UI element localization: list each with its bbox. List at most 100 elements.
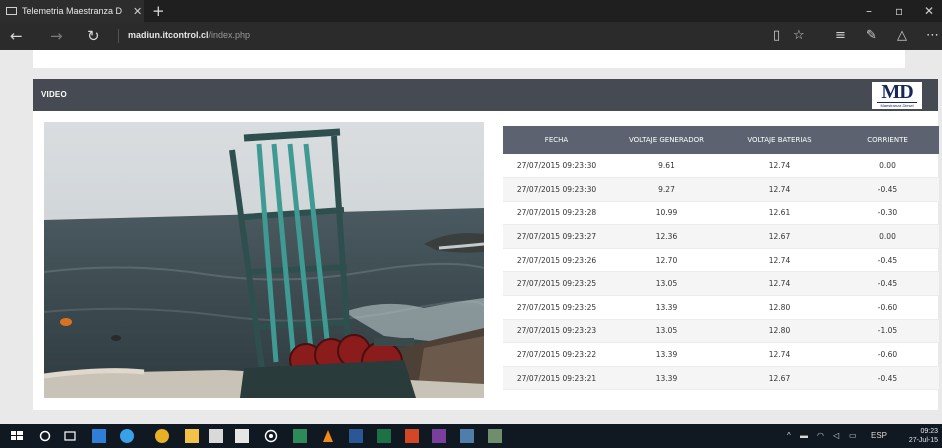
cell-corriente: -0.60 (836, 295, 939, 320)
onenote-icon[interactable] (432, 429, 446, 443)
cell-fecha: 27/07/2015 09:23:21 (503, 366, 610, 391)
app-icon[interactable] (293, 429, 307, 443)
cell-fecha: 27/07/2015 09:23:25 (503, 271, 610, 297)
cell-voltaje-generador: 10.99 (610, 201, 723, 226)
store-icon[interactable] (235, 429, 249, 443)
company-logo: MD Maestranza Diesel (872, 82, 922, 109)
maximize-button[interactable]: ▫ (895, 3, 903, 19)
app-icon[interactable] (460, 429, 474, 443)
col-header-fecha: FECHA (503, 126, 610, 154)
cell-voltaje-baterias: 12.74 (723, 177, 836, 202)
clock-time: 09:23 (920, 428, 938, 435)
video-panel: VIDEO MD Maestranza Diesel FECHA VOLTAJE… (33, 79, 939, 410)
task-view-icon[interactable] (63, 429, 77, 443)
col-header-voltaje-generador: VOLTAJE GENERADOR (610, 126, 723, 154)
close-window-button[interactable]: ✕ (924, 3, 934, 19)
col-header-corriente: CORRIENTE (836, 126, 939, 154)
cell-voltaje-baterias: 12.80 (723, 295, 836, 320)
cell-fecha: 27/07/2015 09:23:30 (503, 154, 610, 179)
tray-chevron-icon[interactable]: ^ (787, 431, 791, 440)
hub-icon[interactable]: ≡ (835, 27, 846, 45)
forward-button[interactable]: → (50, 27, 63, 45)
page-icon (6, 7, 17, 15)
app-icon[interactable] (488, 429, 502, 443)
table-row: 27/07/2015 09:23:30 9.61 12.74 0.00 (503, 154, 939, 179)
cell-corriente: 0.00 (836, 224, 939, 249)
vlc-icon[interactable] (321, 429, 335, 443)
telemetry-table: FECHA VOLTAJE GENERADOR VOLTAJE BATERIAS… (503, 126, 939, 391)
cell-voltaje-generador: 13.05 (610, 271, 723, 297)
cell-corriente: -1.05 (836, 319, 939, 344)
app-icon[interactable] (92, 429, 106, 443)
refresh-button[interactable]: ↻ (87, 27, 100, 45)
cell-voltaje-generador: 12.70 (610, 248, 723, 273)
cell-voltaje-generador: 13.39 (610, 295, 723, 320)
cell-voltaje-generador: 13.05 (610, 319, 723, 344)
logo-subtext: Maestranza Diesel (880, 103, 914, 108)
back-button[interactable]: ← (10, 27, 23, 45)
table-row: 27/07/2015 09:23:22 13.39 12.74 -0.60 (503, 342, 939, 367)
panel-title: VIDEO (41, 90, 67, 99)
cell-corriente: -0.30 (836, 201, 939, 226)
close-tab-icon[interactable]: ✕ (133, 5, 142, 18)
table-row: 27/07/2015 09:23:30 9.27 12.74 -0.45 (503, 177, 939, 202)
share-icon[interactable]: △ (897, 27, 907, 45)
url-host: madiun.itcontrol.cl (128, 30, 209, 40)
volume-icon[interactable]: ◁ (833, 431, 839, 440)
cell-corriente: -0.60 (836, 342, 939, 367)
table-row: 27/07/2015 09:23:27 12.36 12.67 0.00 (503, 224, 939, 249)
media-player-icon[interactable] (264, 429, 278, 443)
table-row: 27/07/2015 09:23:26 12.70 12.74 -0.45 (503, 248, 939, 273)
wifi-icon[interactable]: ◠ (817, 431, 824, 440)
excel-icon[interactable] (377, 429, 391, 443)
clock[interactable]: 09:23 27-Jul-15 (909, 427, 938, 445)
cell-fecha: 27/07/2015 09:23:26 (503, 248, 610, 273)
cell-fecha: 27/07/2015 09:23:28 (503, 201, 610, 226)
new-tab-button[interactable]: + (152, 2, 165, 20)
cell-corriente: -0.45 (836, 271, 939, 297)
notification-icon[interactable]: ▭ (849, 431, 857, 440)
taskbar: ^ ▬ ◠ ◁ ▭ ESP 09:23 27-Jul-15 (0, 424, 942, 448)
browser-tab[interactable]: Telemetria Maestranza D ✕ (0, 0, 144, 22)
language-indicator[interactable]: ESP (871, 431, 887, 440)
cell-voltaje-baterias: 12.74 (723, 271, 836, 297)
url-field[interactable]: madiun.itcontrol.cl/index.php (128, 30, 250, 40)
table-row: 27/07/2015 09:23:21 13.39 12.67 -0.45 (503, 366, 939, 391)
cell-voltaje-baterias: 12.67 (723, 366, 836, 391)
cell-corriente: -0.45 (836, 177, 939, 202)
web-note-icon[interactable]: ✎ (866, 27, 877, 45)
battery-icon[interactable]: ▬ (800, 431, 808, 440)
chrome-icon[interactable] (155, 429, 169, 443)
top-strip (33, 50, 905, 68)
cell-voltaje-baterias: 12.74 (723, 154, 836, 179)
start-windows-icon[interactable] (10, 429, 24, 443)
page-viewport: VIDEO MD Maestranza Diesel FECHA VOLTAJE… (0, 50, 942, 424)
cell-voltaje-generador: 12.36 (610, 224, 723, 249)
cell-fecha: 27/07/2015 09:23:30 (503, 177, 610, 202)
minimize-button[interactable]: – (866, 3, 872, 19)
cell-voltaje-generador: 9.27 (610, 177, 723, 202)
clock-date: 27-Jul-15 (908, 437, 938, 444)
cell-voltaje-generador: 13.39 (610, 366, 723, 391)
reading-view-icon[interactable]: ▯ (773, 27, 780, 45)
file-explorer-icon[interactable] (185, 429, 199, 443)
edge-icon[interactable] (120, 429, 134, 443)
table-row: 27/07/2015 09:23:25 13.05 12.74 -0.45 (503, 271, 939, 297)
cell-fecha: 27/07/2015 09:23:27 (503, 224, 610, 249)
tab-title: Telemetria Maestranza D (22, 6, 123, 16)
favorite-star-icon[interactable]: ☆ (793, 27, 805, 45)
table-row: 27/07/2015 09:23:25 13.39 12.80 -0.60 (503, 295, 939, 320)
cell-voltaje-baterias: 12.61 (723, 201, 836, 226)
cell-fecha: 27/07/2015 09:23:22 (503, 342, 610, 367)
cell-corriente: -0.45 (836, 248, 939, 273)
mail-icon[interactable] (209, 429, 223, 443)
word-icon[interactable] (349, 429, 363, 443)
cell-voltaje-baterias: 12.74 (723, 342, 836, 367)
more-icon[interactable]: ⋯ (926, 27, 939, 45)
cell-voltaje-baterias: 12.74 (723, 248, 836, 273)
cell-voltaje-baterias: 12.67 (723, 224, 836, 249)
powerpoint-icon[interactable] (405, 429, 419, 443)
cell-fecha: 27/07/2015 09:23:25 (503, 295, 610, 320)
search-cortana-icon[interactable] (38, 429, 52, 443)
cell-corriente: -0.45 (836, 366, 939, 391)
